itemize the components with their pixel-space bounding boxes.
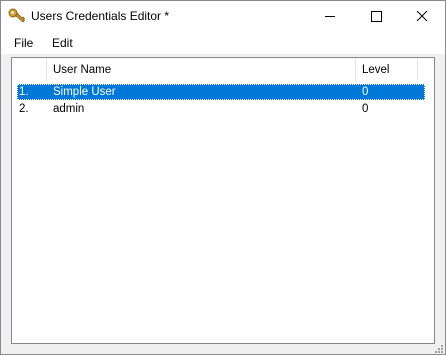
title-bar[interactable]: Users Credentials Editor *: [1, 1, 445, 32]
app-window: Users Credentials Editor * File Edit Use…: [0, 0, 446, 355]
key-icon: [8, 8, 26, 24]
column-header-index[interactable]: [12, 58, 47, 82]
row-user-name: admin: [53, 103, 85, 115]
column-header-level[interactable]: Level: [356, 58, 418, 82]
menu-bar: File Edit: [1, 32, 445, 54]
close-button[interactable]: [399, 1, 445, 32]
list-header: User Name Level: [12, 58, 434, 82]
row-index: 2.: [19, 103, 29, 115]
table-row[interactable]: 1. Simple User 0: [17, 84, 425, 100]
maximize-button[interactable]: [353, 1, 399, 32]
row-level: 0: [362, 103, 369, 115]
row-level: 0: [362, 86, 369, 98]
close-icon: [416, 10, 428, 22]
window-title: Users Credentials Editor *: [31, 9, 170, 23]
column-header-user-name[interactable]: User Name: [47, 58, 356, 82]
maximize-icon: [371, 11, 382, 22]
resize-grip-icon[interactable]: [434, 343, 444, 353]
minimize-icon: [325, 16, 335, 17]
menu-edit[interactable]: Edit: [50, 36, 75, 50]
row-index: 1.: [19, 86, 29, 98]
menu-file[interactable]: File: [12, 36, 35, 50]
minimize-button[interactable]: [307, 1, 353, 32]
users-list[interactable]: User Name Level 1. Simple User 0 2. admi…: [11, 57, 435, 344]
table-row[interactable]: 2. admin 0: [17, 101, 425, 117]
row-user-name: Simple User: [53, 86, 116, 98]
